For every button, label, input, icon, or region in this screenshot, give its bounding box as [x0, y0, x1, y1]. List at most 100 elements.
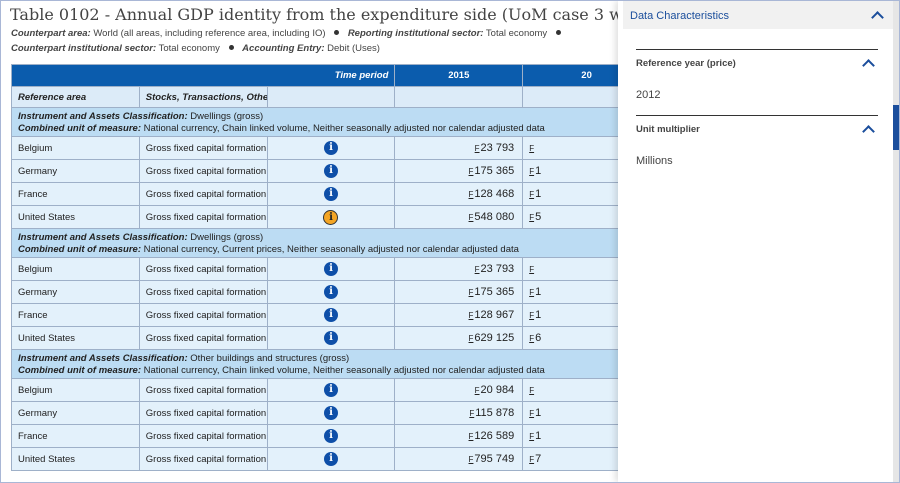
stock-cell: Gross fixed capital formation: [138, 182, 268, 206]
unit-label: Combined unit of measure:: [18, 365, 141, 376]
info-cell: i: [266, 326, 396, 350]
table-row: Belgium Gross fixed capital formation i …: [11, 136, 621, 160]
value-text: 23 793: [480, 142, 515, 154]
table-header-dimensions: Reference area Stocks, Transactions, Oth…: [11, 86, 621, 108]
unit-multiplier-label[interactable]: Unit multiplier: [636, 124, 700, 135]
flag-f: F: [468, 213, 474, 222]
chevron-up-icon[interactable]: [871, 11, 884, 24]
reference-year-label[interactable]: Reference year (price): [636, 58, 736, 69]
info-icon[interactable]: i: [323, 452, 338, 466]
year-header-2016[interactable]: 20: [522, 64, 621, 87]
value-cell-2015[interactable]: F175 365: [394, 280, 524, 304]
value-text: 1: [535, 309, 542, 321]
flag-f: F: [468, 455, 474, 464]
stocks-header[interactable]: Stocks, Transactions, Other Flows: [138, 86, 268, 108]
value-cell-2016[interactable]: F1: [522, 182, 621, 206]
unit-multiplier-value: Millions: [636, 155, 673, 167]
info-cell: i: [266, 447, 396, 471]
info-icon[interactable]: i: [323, 406, 338, 420]
info-icon[interactable]: i: [323, 141, 338, 155]
value-cell-2015[interactable]: F115 878: [394, 401, 524, 425]
value-text: 115 878: [475, 407, 515, 419]
value-cell-2015[interactable]: F128 468: [394, 182, 524, 206]
stock-cell: Gross fixed capital formation: [138, 378, 268, 402]
instrument-value: Other buildings and structures (gross): [190, 353, 350, 364]
value-cell-2016[interactable]: F: [522, 257, 621, 281]
reference-area-header[interactable]: Reference area: [11, 86, 140, 108]
divider: [636, 49, 878, 50]
info-icon[interactable]: i: [323, 383, 338, 397]
instrument-value: Dwellings (gross): [190, 232, 264, 243]
table-metadata-line-1: Counterpart area: World (all areas, incl…: [11, 28, 567, 39]
instrument-label: Instrument and Assets Classification:: [18, 232, 188, 243]
table-row: United States Gross fixed capital format…: [11, 205, 621, 229]
flag-f: F: [474, 265, 480, 274]
info-icon[interactable]: i: [323, 262, 338, 276]
value-text: 175 365: [474, 165, 515, 177]
panel-header[interactable]: Data Characteristics: [623, 1, 893, 29]
instrument-label: Instrument and Assets Classification:: [18, 353, 188, 364]
value-cell-2016[interactable]: F5: [522, 205, 621, 229]
value-text: 126 589: [474, 430, 515, 442]
value-cell-2016[interactable]: F: [522, 378, 621, 402]
value-cell-2015[interactable]: F629 125: [394, 326, 524, 350]
info-cell: i: [266, 159, 396, 183]
unit-value: National currency, Current prices, Neith…: [143, 244, 519, 255]
info-icon[interactable]: i: [323, 331, 338, 345]
separator-dot: [228, 45, 234, 50]
panel-scrollbar-thumb[interactable]: [893, 105, 899, 150]
info-cell: i: [266, 136, 396, 160]
info-icon[interactable]: i: [323, 308, 338, 322]
value-text: 5: [535, 211, 542, 223]
info-icon[interactable]: i: [323, 164, 338, 178]
value-text: 629 125: [474, 332, 515, 344]
stock-cell: Gross fixed capital formation: [138, 326, 268, 350]
value-cell-2016[interactable]: F1: [522, 401, 621, 425]
reference-area-cell: France: [11, 424, 140, 448]
panel-scrollbar-track[interactable]: [893, 1, 899, 482]
value-cell-2015[interactable]: F548 080: [394, 205, 524, 229]
separator-dot: [555, 30, 561, 35]
info-icon[interactable]: i: [323, 429, 338, 443]
separator-dot: [334, 30, 340, 35]
warning-info-icon[interactable]: i: [323, 209, 339, 225]
flag-f: F: [468, 167, 474, 176]
value-cell-2016[interactable]: F1: [522, 303, 621, 327]
value-cell-2015[interactable]: F128 967: [394, 303, 524, 327]
time-period-header: Time period: [11, 64, 396, 87]
info-icon[interactable]: i: [323, 285, 338, 299]
reference-area-cell: France: [11, 303, 140, 327]
value-cell-2015[interactable]: F126 589: [394, 424, 524, 448]
value-cell-2016[interactable]: F1: [522, 159, 621, 183]
value-cell-2015[interactable]: F23 793: [394, 136, 524, 160]
value-cell-2015[interactable]: F23 793: [394, 257, 524, 281]
year-header-2015[interactable]: 2015: [394, 64, 524, 87]
reporting-sector-value: Total economy: [485, 28, 548, 39]
flag-f: F: [529, 288, 535, 297]
info-icon[interactable]: i: [323, 187, 338, 201]
flag-f: F: [474, 144, 480, 153]
value-text: 1: [535, 407, 542, 419]
flag-f: F: [529, 144, 535, 153]
flag-f: F: [529, 409, 535, 418]
flag-f: F: [468, 190, 474, 199]
chevron-up-icon[interactable]: [862, 59, 875, 72]
value-cell-2016[interactable]: F: [522, 136, 621, 160]
value-cell-2015[interactable]: F795 749: [394, 447, 524, 471]
info-cell: i: [266, 303, 396, 327]
counterpart-sector-value: Total economy: [158, 43, 220, 54]
info-cell: i: [266, 378, 396, 402]
flag-f: F: [529, 334, 535, 343]
unit-label: Combined unit of measure:: [18, 244, 141, 255]
value-cell-2015[interactable]: F175 365: [394, 159, 524, 183]
value-cell-2016[interactable]: F1: [522, 424, 621, 448]
value-cell-2015[interactable]: F20 984: [394, 378, 524, 402]
value-cell-2016[interactable]: F1: [522, 280, 621, 304]
value-cell-2016[interactable]: F7: [522, 447, 621, 471]
value-text: 795 749: [474, 453, 515, 465]
flag-f: F: [529, 432, 535, 441]
group-header-row: Instrument and Assets Classification: Dw…: [11, 228, 621, 258]
value-cell-2016[interactable]: F6: [522, 326, 621, 350]
data-table-container[interactable]: Time period 2015 20 Reference area Stock…: [11, 64, 621, 482]
chevron-up-icon[interactable]: [862, 125, 875, 138]
